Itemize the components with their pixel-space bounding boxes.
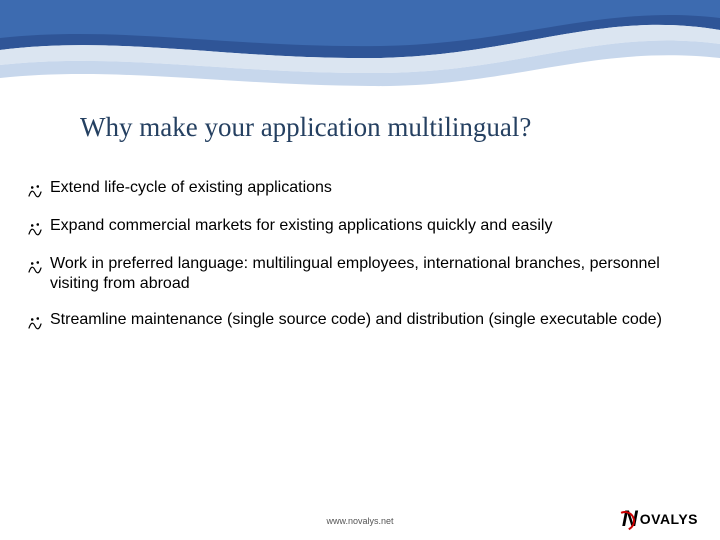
tilde-icon — [28, 216, 44, 238]
slide-title: Why make your application multilingual? — [80, 112, 531, 143]
bullet-list: Extend life-cycle of existing applicatio… — [28, 178, 692, 348]
list-item: Expand commercial markets for existing a… — [28, 216, 692, 238]
bullet-text: Expand commercial markets for existing a… — [50, 216, 552, 236]
list-item: Streamline maintenance (single source co… — [28, 310, 692, 332]
brand-logo: N OVALYS — [622, 508, 698, 530]
logo-text: OVALYS — [640, 511, 698, 527]
logo-n-letter: N — [622, 508, 638, 530]
tilde-icon — [28, 254, 44, 276]
header-swoosh — [0, 0, 720, 100]
tilde-icon — [28, 178, 44, 200]
tilde-icon — [28, 310, 44, 332]
bullet-text: Work in preferred language: multilingual… — [50, 254, 692, 294]
bullet-text: Streamline maintenance (single source co… — [50, 310, 662, 330]
footer-url: www.novalys.net — [0, 516, 720, 526]
list-item: Extend life-cycle of existing applicatio… — [28, 178, 692, 200]
list-item: Work in preferred language: multilingual… — [28, 254, 692, 294]
bullet-text: Extend life-cycle of existing applicatio… — [50, 178, 332, 198]
